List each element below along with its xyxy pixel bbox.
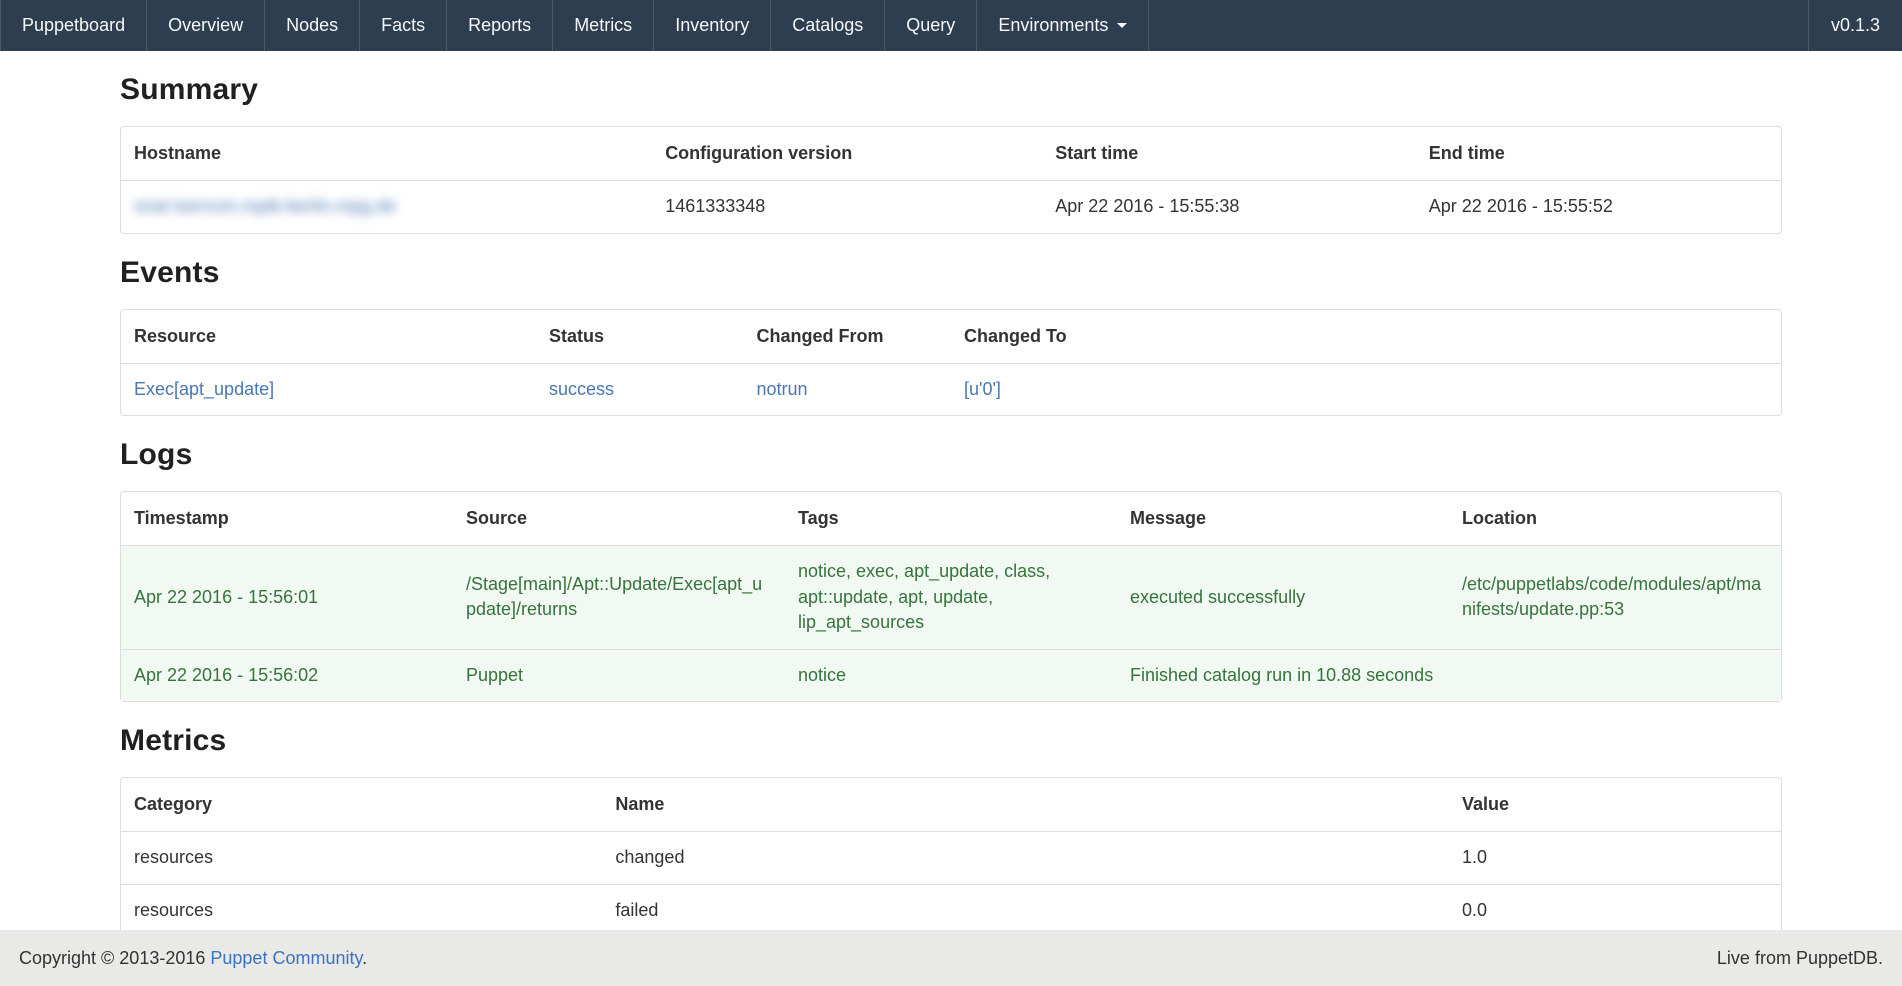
- metrics-heading: Metrics: [120, 724, 1782, 758]
- summary-table: Hostname Configuration version Start tim…: [120, 126, 1782, 234]
- log-message: Finished catalog run in 10.88 seconds: [1117, 649, 1449, 702]
- nav-item-inventory[interactable]: Inventory: [653, 0, 770, 51]
- metrics-col-category: Category: [121, 778, 602, 832]
- nav-item-metrics[interactable]: Metrics: [552, 0, 653, 51]
- page-footer: Copyright © 2013-2016 Puppet Community. …: [0, 930, 1902, 986]
- logs-col-message: Message: [1117, 492, 1449, 546]
- metric-category: resources: [121, 884, 602, 937]
- main-content: Summary Hostname Configuration version S…: [120, 73, 1782, 986]
- end-time-value: Apr 22 2016 - 15:55:52: [1416, 181, 1781, 233]
- log-row: Apr 22 2016 - 15:56:01 /Stage[main]/Apt:…: [121, 546, 1781, 649]
- summary-col-end-time: End time: [1416, 127, 1781, 181]
- logs-col-tags: Tags: [785, 492, 1117, 546]
- event-changed-to-link[interactable]: [u'0']: [964, 379, 1001, 399]
- metric-row: resources changed 1.0: [121, 832, 1781, 884]
- metric-value: 0.0: [1449, 884, 1781, 937]
- logs-col-location: Location: [1449, 492, 1781, 546]
- events-col-changed-from: Changed From: [744, 310, 952, 364]
- metric-value: 1.0: [1449, 832, 1781, 884]
- log-row: Apr 22 2016 - 15:56:02 Puppet notice Fin…: [121, 649, 1781, 702]
- metrics-col-value: Value: [1449, 778, 1781, 832]
- event-changed-from-link[interactable]: notrun: [757, 379, 808, 399]
- copyright-period: .: [362, 948, 367, 968]
- log-timestamp: Apr 22 2016 - 15:56:01: [121, 546, 453, 649]
- events-table: Resource Status Changed From Changed To …: [120, 309, 1782, 417]
- chevron-down-icon: [1117, 23, 1127, 28]
- logs-col-source: Source: [453, 492, 785, 546]
- footer-live-status: Live from PuppetDB.: [1717, 948, 1883, 969]
- summary-header-row: Hostname Configuration version Start tim…: [121, 127, 1781, 181]
- metric-name: changed: [602, 832, 1449, 884]
- version-badge: v0.1.3: [1808, 0, 1902, 51]
- summary-row: snat-tservvm.mpib-berlin.mpg.de 14613333…: [121, 181, 1781, 233]
- events-header-row: Resource Status Changed From Changed To: [121, 310, 1781, 364]
- log-source: Puppet: [453, 649, 785, 702]
- events-col-status: Status: [536, 310, 744, 364]
- puppet-community-link[interactable]: Puppet Community: [210, 948, 362, 968]
- events-col-changed-to: Changed To: [951, 310, 1781, 364]
- log-location: [1449, 649, 1781, 702]
- log-timestamp: Apr 22 2016 - 15:56:02: [121, 649, 453, 702]
- nav-dropdown-environments[interactable]: Environments: [976, 0, 1149, 51]
- log-source: /Stage[main]/Apt::Update/Exec[apt_update…: [453, 546, 785, 649]
- footer-copyright: Copyright © 2013-2016 Puppet Community.: [19, 948, 367, 969]
- config-version-value: 1461333348: [652, 181, 1042, 233]
- nav-menu: Puppetboard Overview Nodes Facts Reports…: [0, 0, 1149, 51]
- summary-col-config-version: Configuration version: [652, 127, 1042, 181]
- summary-heading: Summary: [120, 73, 1782, 107]
- summary-col-hostname: Hostname: [121, 127, 652, 181]
- event-row: Exec[apt_update] success notrun [u'0']: [121, 364, 1781, 416]
- logs-table: Timestamp Source Tags Message Location A…: [120, 491, 1782, 702]
- log-message: executed successfully: [1117, 546, 1449, 649]
- events-heading: Events: [120, 256, 1782, 290]
- hostname-link[interactable]: snat-tservvm.mpib-berlin.mpg.de: [134, 196, 396, 216]
- nav-item-reports[interactable]: Reports: [446, 0, 552, 51]
- navbar-spacer: [1149, 0, 1808, 51]
- nav-item-nodes[interactable]: Nodes: [264, 0, 359, 51]
- copyright-text: Copyright © 2013-2016: [19, 948, 210, 968]
- metric-category: resources: [121, 832, 602, 884]
- log-tags: notice, exec, apt_update, class, apt::up…: [785, 546, 1117, 649]
- nav-item-catalogs[interactable]: Catalogs: [770, 0, 884, 51]
- metrics-col-name: Name: [602, 778, 1449, 832]
- nav-item-query[interactable]: Query: [884, 0, 976, 51]
- nav-brand-puppetboard[interactable]: Puppetboard: [0, 0, 146, 51]
- log-tags: notice: [785, 649, 1117, 702]
- top-navbar: Puppetboard Overview Nodes Facts Reports…: [0, 0, 1902, 51]
- logs-header-row: Timestamp Source Tags Message Location: [121, 492, 1781, 546]
- summary-col-start-time: Start time: [1042, 127, 1416, 181]
- event-resource-link[interactable]: Exec[apt_update]: [134, 379, 274, 399]
- nav-item-facts[interactable]: Facts: [359, 0, 446, 51]
- metrics-header-row: Category Name Value: [121, 778, 1781, 832]
- metric-name: failed: [602, 884, 1449, 937]
- event-status-link[interactable]: success: [549, 379, 614, 399]
- logs-col-timestamp: Timestamp: [121, 492, 453, 546]
- environments-dropdown-label: Environments: [998, 15, 1108, 36]
- metric-row: resources failed 0.0: [121, 884, 1781, 937]
- events-col-resource: Resource: [121, 310, 536, 364]
- logs-heading: Logs: [120, 438, 1782, 472]
- log-location: /etc/puppetlabs/code/modules/apt/manifes…: [1449, 546, 1781, 649]
- nav-item-overview[interactable]: Overview: [146, 0, 264, 51]
- start-time-value: Apr 22 2016 - 15:55:38: [1042, 181, 1416, 233]
